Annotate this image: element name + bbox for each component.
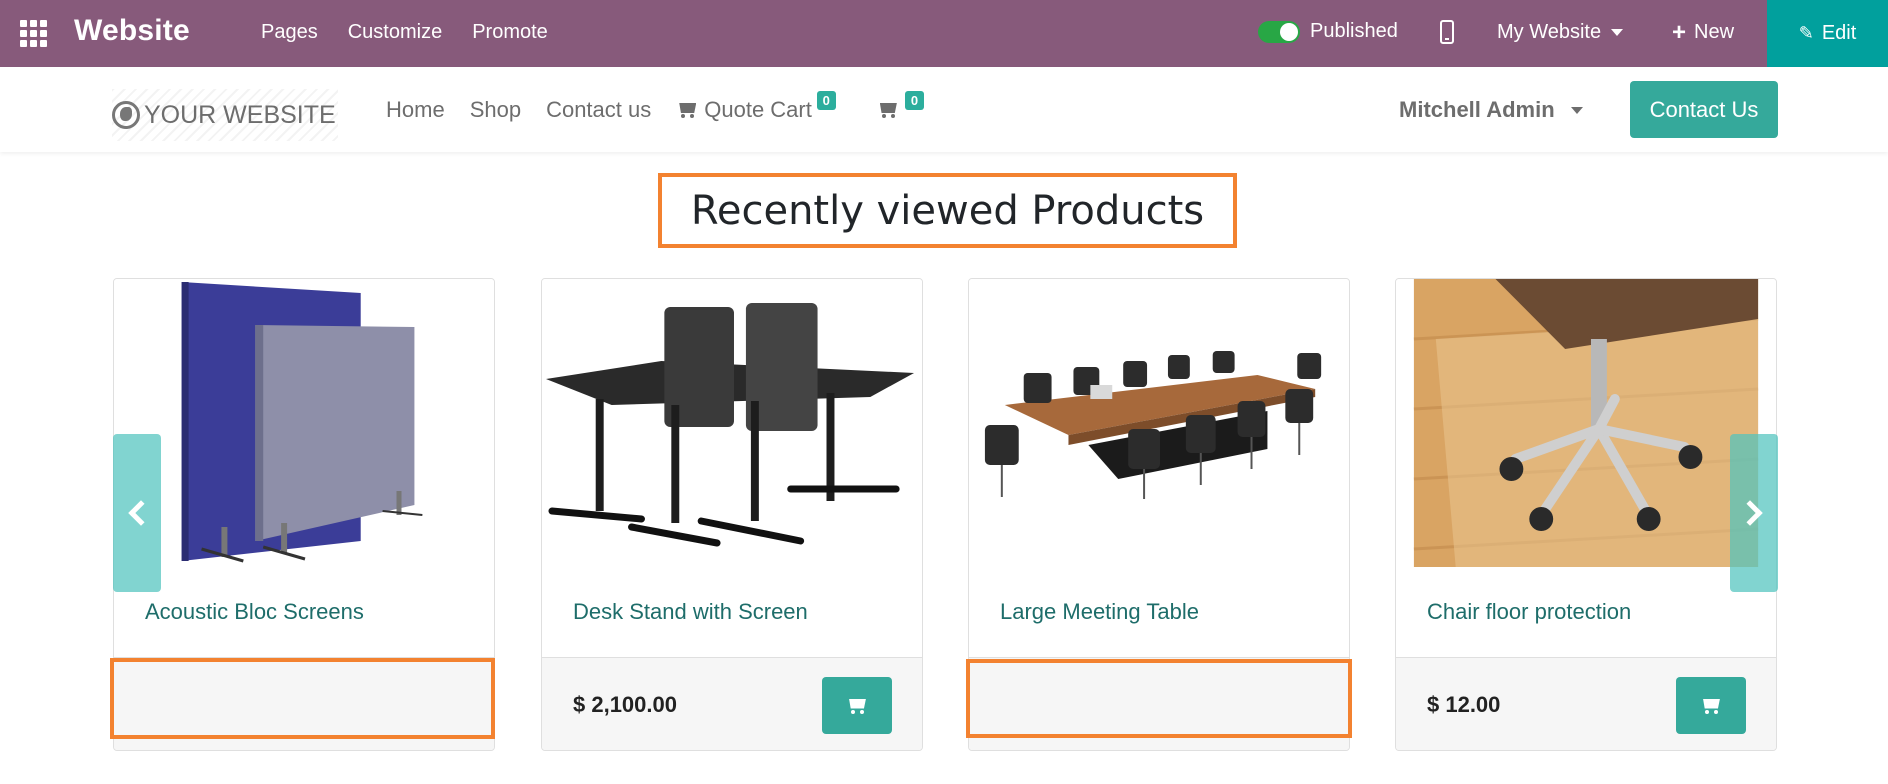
published-label: Published (1310, 20, 1398, 42)
website-selector-label: My Website (1497, 21, 1602, 43)
user-menu[interactable]: Mitchell Admin (1399, 97, 1583, 123)
cart-icon (1700, 697, 1722, 715)
user-name: Mitchell Admin (1399, 97, 1555, 122)
product-footer: $ 2,100.00 (542, 657, 922, 750)
add-to-cart-button[interactable] (1676, 677, 1746, 734)
empty-price-highlight (966, 659, 1352, 738)
nav-contact[interactable]: Contact us (546, 97, 651, 123)
apps-grid-icon[interactable] (20, 20, 48, 47)
cart-icon (877, 101, 899, 119)
menu-pages[interactable]: Pages (261, 21, 318, 44)
edit-button[interactable]: ✎ Edit (1767, 0, 1888, 67)
section-title-text: Recently viewed Products (690, 187, 1205, 234)
edit-button-label: Edit (1821, 22, 1857, 44)
nav-cart[interactable]: 0 (877, 91, 925, 123)
site-header: YOUR WEBSITE Home Shop Contact us Quote … (0, 67, 1888, 152)
menu-promote[interactable]: Promote (472, 21, 548, 44)
add-to-cart-button[interactable] (822, 677, 892, 734)
carousel-prev-button[interactable] (113, 434, 161, 592)
plus-icon: + (1672, 18, 1687, 46)
admin-topbar: Website Pages Customize Promote Publishe… (0, 0, 1888, 67)
mobile-preview-icon[interactable] (1440, 20, 1454, 44)
nav-quote-cart[interactable]: Quote Cart 0 (676, 91, 836, 123)
product-name[interactable]: Chair floor protection (1427, 599, 1631, 625)
product-name[interactable]: Desk Stand with Screen (573, 599, 808, 625)
product-price: $ 12.00 (1427, 692, 1501, 717)
menu-customize[interactable]: Customize (348, 21, 442, 44)
product-price: $ 2,100.00 (573, 692, 677, 717)
quote-cart-badge: 0 (816, 91, 836, 110)
new-button[interactable]: + New (1672, 18, 1735, 46)
nav-home[interactable]: Home (386, 97, 445, 123)
pencil-icon: ✎ (1798, 23, 1814, 43)
quote-cart-label: Quote Cart (704, 97, 812, 122)
cart-icon (676, 101, 698, 119)
website-selector[interactable]: My Website (1497, 21, 1624, 44)
chevron-right-icon (1737, 500, 1763, 526)
chevron-down-icon (1611, 29, 1624, 36)
globe-icon (112, 101, 140, 129)
product-name[interactable]: Large Meeting Table (1000, 599, 1199, 625)
site-logo[interactable]: YOUR WEBSITE (112, 89, 338, 141)
product-image-meeting-table[interactable] (969, 279, 1349, 567)
published-toggle[interactable]: Published (1258, 20, 1398, 43)
product-footer: $ 12.00 (1396, 657, 1776, 750)
cart-icon (846, 697, 868, 715)
carousel-next-button[interactable] (1730, 434, 1778, 592)
new-button-label: New (1694, 21, 1735, 43)
empty-price-highlight (110, 658, 495, 739)
product-card[interactable]: Desk Stand with Screen $ 2,100.00 (541, 278, 923, 751)
product-name[interactable]: Acoustic Bloc Screens (145, 599, 364, 625)
chevron-left-icon (128, 500, 154, 526)
toggle-switch[interactable] (1258, 20, 1300, 43)
product-image-desk-stand[interactable] (542, 279, 922, 567)
contact-us-button[interactable]: Contact Us (1630, 81, 1778, 138)
site-nav: Home Shop Contact us Quote Cart 0 0 (386, 91, 925, 123)
nav-shop[interactable]: Shop (470, 97, 521, 123)
cart-badge: 0 (904, 91, 925, 110)
chevron-down-icon (1570, 106, 1583, 114)
product-card[interactable]: Chair floor protection $ 12.00 (1395, 278, 1777, 751)
app-name[interactable]: Website (74, 14, 190, 48)
product-image-chair-floor[interactable] (1396, 279, 1776, 567)
section-title: Recently viewed Products (658, 173, 1237, 248)
product-image-acoustic-screens[interactable] (114, 279, 494, 567)
top-menu: Pages Customize Promote (261, 21, 548, 44)
logo-text: YOUR WEBSITE (144, 100, 336, 129)
